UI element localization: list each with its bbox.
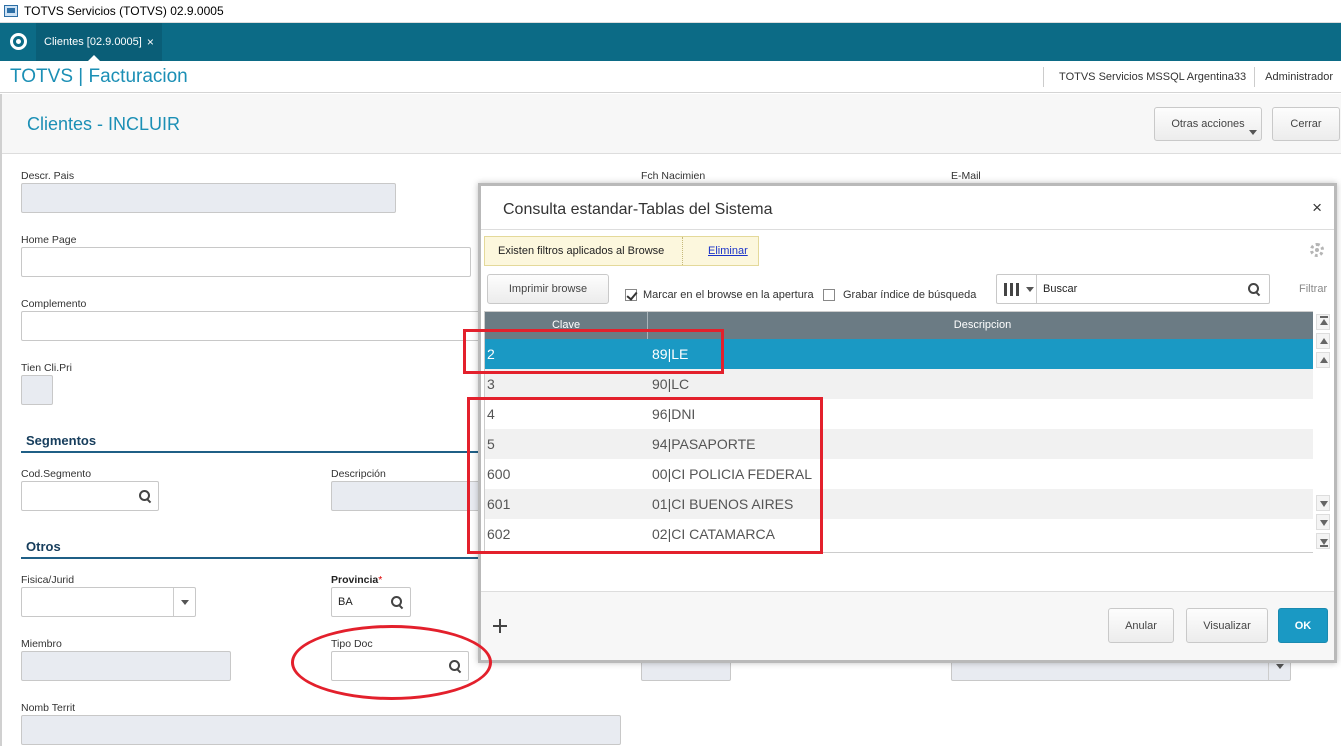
environment-label[interactable]: TOTVS Servicios MSSQL Argentina33 [1043, 67, 1254, 87]
chevron-down-icon [1249, 130, 1257, 135]
totvs-home-icon[interactable] [10, 33, 27, 50]
provincia-value: BA [338, 596, 353, 608]
marcar-label: Marcar en el browse en la apertura [643, 289, 814, 301]
page-title: Clientes - INCLUIR [27, 114, 181, 134]
tien-cli-pri-label: Tien Cli.Pri [21, 362, 72, 374]
move-icon[interactable] [493, 619, 507, 633]
provincia-label-text: Provincia [331, 574, 379, 586]
search-icon[interactable] [391, 596, 403, 608]
provincia-field[interactable]: BA [331, 587, 411, 617]
imprimir-browse-button[interactable]: Imprimir browse [487, 274, 609, 304]
scroll-page-down-icon[interactable] [1316, 514, 1330, 530]
fch-nacimien-label: Fch Nacimien [641, 170, 706, 182]
columns-icon [1010, 283, 1013, 296]
tab-label: Clientes [02.9.0005] [44, 36, 142, 48]
home-page-field[interactable] [21, 247, 471, 277]
app-icon [4, 5, 18, 17]
dialog-title: Consulta estandar-Tablas del Sistema [503, 201, 773, 218]
otras-acciones-button[interactable]: Otras acciones [1154, 107, 1262, 141]
home-page-label: Home Page [21, 234, 77, 246]
otras-acciones-label: Otras acciones [1171, 118, 1245, 130]
descr-pais-field[interactable] [21, 183, 396, 213]
anular-button[interactable]: Anular [1108, 608, 1174, 643]
fisica-jurid-select[interactable] [21, 587, 196, 617]
nomb-territ-label: Nomb Territ [21, 702, 76, 714]
grabar-label: Grabar índice de búsqueda [843, 289, 977, 301]
highlight-doc-types [467, 397, 823, 554]
user-label[interactable]: Administrador [1254, 67, 1341, 87]
scroll-down-icon[interactable] [1316, 495, 1330, 511]
search-icon[interactable] [139, 490, 151, 502]
tien-cli-pri-field[interactable] [21, 375, 53, 405]
nomb-territ-field[interactable] [21, 715, 621, 745]
columns-icon [1016, 283, 1019, 296]
module-header: TOTVS | Facturacion TOTVS Servicios MSSQ… [0, 61, 1341, 93]
email-label: E-Mail [951, 170, 981, 182]
scroll-up-icon[interactable] [1316, 352, 1330, 368]
page-header: Clientes - INCLUIR Otras acciones Cerrar [2, 94, 1341, 154]
fisica-jurid-label: Fisica/Jurid [21, 574, 75, 586]
cell-descripcion: 90|LC [652, 376, 690, 392]
scroll-page-up-icon[interactable] [1316, 333, 1330, 349]
window-title-bar: TOTVS Servicios (TOTVS) 02.9.0005 [0, 0, 1341, 23]
tab-clientes[interactable]: Clientes [02.9.0005] × [36, 23, 162, 61]
chevron-down-icon [1026, 287, 1034, 292]
visualizar-button[interactable]: Visualizar [1186, 608, 1268, 643]
chevron-down-icon[interactable] [173, 588, 195, 616]
left-border [0, 94, 2, 746]
tab-close-icon[interactable]: × [147, 35, 154, 49]
divider [481, 229, 1334, 230]
marcar-checkbox[interactable] [625, 289, 637, 301]
search-input[interactable]: Buscar [1043, 283, 1077, 295]
section-divider [21, 557, 481, 559]
highlight-tipo-doc [291, 625, 492, 700]
miembro-field[interactable] [21, 651, 231, 681]
tab-bar: Clientes [02.9.0005] × [0, 23, 1341, 61]
search-bar: Buscar [996, 274, 1270, 304]
descripcion-label: Descripción [331, 468, 386, 480]
search-icon[interactable] [1248, 283, 1260, 295]
ok-button[interactable]: OK [1278, 608, 1328, 643]
columns-selector[interactable] [997, 275, 1037, 303]
section-divider [21, 451, 481, 453]
divider [682, 237, 683, 265]
cell-clave: 3 [487, 376, 495, 392]
complemento-label: Complemento [21, 298, 87, 310]
columns-icon [1004, 283, 1007, 296]
grabar-checkbox[interactable] [823, 289, 835, 301]
descripcion-field[interactable] [331, 481, 481, 511]
cod-segmento-label: Cod.Segmento [21, 468, 92, 480]
column-header-descripcion[interactable]: Descripcion [648, 312, 1315, 339]
highlight-selected-row [463, 329, 724, 374]
complemento-field[interactable] [21, 311, 481, 341]
cerrar-button[interactable]: Cerrar [1272, 107, 1340, 141]
section-segmentos-title: Segmentos [26, 433, 97, 448]
required-mark: * [378, 574, 383, 586]
scroll-top-icon[interactable] [1316, 314, 1330, 330]
gear-icon[interactable] [1310, 243, 1324, 257]
window-title: TOTVS Servicios (TOTVS) 02.9.0005 [24, 4, 224, 18]
vertical-scrollbar[interactable] [1313, 311, 1333, 553]
filter-notice-text: Existen filtros aplicados al Browse [498, 245, 665, 257]
module-title: TOTVS | Facturacion [10, 66, 188, 87]
filtrar-button[interactable]: Filtrar [1299, 283, 1327, 295]
descr-pais-label: Descr. Pais [21, 170, 75, 182]
eliminar-link[interactable]: Eliminar [708, 245, 748, 257]
cod-segmento-field[interactable] [21, 481, 159, 511]
scroll-bottom-icon[interactable] [1316, 533, 1330, 549]
provincia-label: Provincia* [331, 574, 382, 586]
filter-notice: Existen filtros aplicados al Browse Elim… [484, 236, 759, 266]
close-icon[interactable]: × [1312, 198, 1322, 218]
section-otros-title: Otros [26, 539, 61, 554]
miembro-label: Miembro [21, 638, 62, 650]
